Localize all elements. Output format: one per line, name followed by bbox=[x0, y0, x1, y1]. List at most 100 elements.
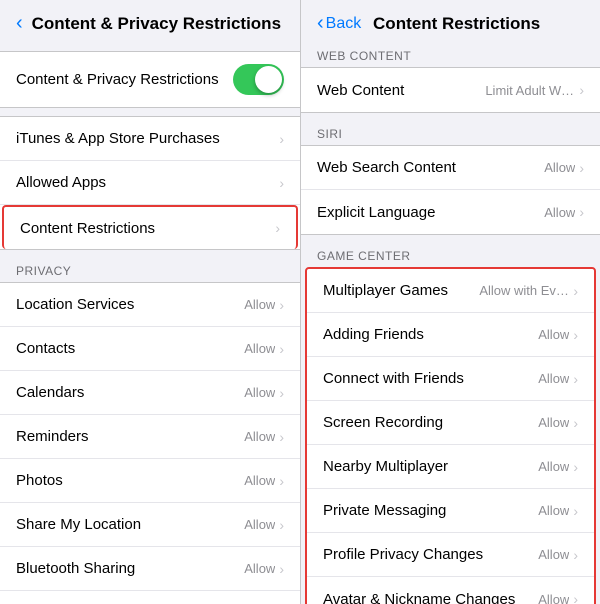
photos-item[interactable]: Photos Allow › bbox=[0, 459, 300, 503]
calendars-right: Allow › bbox=[244, 385, 284, 401]
content-restrictions-label: Content Restrictions bbox=[20, 220, 155, 237]
nearby-multiplayer-item[interactable]: Nearby Multiplayer Allow › bbox=[307, 445, 594, 489]
adding-friends-right: Allow › bbox=[538, 327, 578, 343]
explicit-language-label: Explicit Language bbox=[317, 204, 435, 221]
main-list-section: iTunes & App Store Purchases › Allowed A… bbox=[0, 116, 300, 250]
web-search-content-item[interactable]: Web Search Content Allow › bbox=[301, 146, 600, 190]
right-panel: ‹ Back Content Restrictions WEB CONTENT … bbox=[300, 0, 600, 604]
web-content-section-header: WEB CONTENT bbox=[301, 43, 600, 67]
screen-recording-chevron-icon: › bbox=[573, 415, 578, 431]
multiplayer-games-value: Allow with Every... bbox=[479, 283, 569, 298]
share-my-location-right: Allow › bbox=[244, 517, 284, 533]
photos-chevron-icon: › bbox=[279, 473, 284, 489]
nearby-multiplayer-value: Allow bbox=[538, 459, 569, 474]
calendars-item[interactable]: Calendars Allow › bbox=[0, 371, 300, 415]
bluetooth-sharing-right: Allow › bbox=[244, 561, 284, 577]
left-header: ‹ Content & Privacy Restrictions bbox=[0, 0, 300, 43]
nearby-multiplayer-right: Allow › bbox=[538, 459, 578, 475]
web-search-content-value: Allow bbox=[544, 160, 575, 175]
contacts-chevron-icon: › bbox=[279, 341, 284, 357]
bluetooth-sharing-value: Allow bbox=[244, 561, 275, 576]
itunes-app-store-label: iTunes & App Store Purchases bbox=[16, 130, 220, 147]
web-content-right: Limit Adult Websites › bbox=[485, 82, 584, 98]
bluetooth-sharing-chevron-icon: › bbox=[279, 561, 284, 577]
location-services-right: Allow › bbox=[244, 297, 284, 313]
location-services-item[interactable]: Location Services Allow › bbox=[0, 283, 300, 327]
right-back-button[interactable]: ‹ Back bbox=[317, 12, 361, 35]
web-content-item[interactable]: Web Content Limit Adult Websites › bbox=[301, 68, 600, 112]
contacts-label: Contacts bbox=[16, 340, 75, 357]
calendars-chevron-icon: › bbox=[279, 385, 284, 401]
photos-right: Allow › bbox=[244, 473, 284, 489]
calendars-label: Calendars bbox=[16, 384, 84, 401]
share-my-location-value: Allow bbox=[244, 517, 275, 532]
bluetooth-sharing-item[interactable]: Bluetooth Sharing Allow › bbox=[0, 547, 300, 591]
web-search-content-right: Allow › bbox=[544, 160, 584, 176]
reminders-item[interactable]: Reminders Allow › bbox=[0, 415, 300, 459]
screen-recording-item[interactable]: Screen Recording Allow › bbox=[307, 401, 594, 445]
multiplayer-games-chevron-icon: › bbox=[573, 283, 578, 299]
right-back-chevron-icon: ‹ bbox=[317, 12, 324, 35]
allowed-apps-chevron-icon: › bbox=[279, 175, 284, 191]
connect-with-friends-item[interactable]: Connect with Friends Allow › bbox=[307, 357, 594, 401]
avatar-nickname-changes-value: Allow bbox=[538, 592, 569, 604]
photos-label: Photos bbox=[16, 472, 63, 489]
right-header-title: Content Restrictions bbox=[369, 14, 544, 34]
nearby-multiplayer-chevron-icon: › bbox=[573, 459, 578, 475]
location-services-label: Location Services bbox=[16, 296, 134, 313]
avatar-nickname-changes-label: Avatar & Nickname Changes bbox=[323, 591, 515, 604]
reminders-right: Allow › bbox=[244, 429, 284, 445]
toggle-row[interactable]: Content & Privacy Restrictions bbox=[0, 52, 300, 107]
adding-friends-chevron-icon: › bbox=[573, 327, 578, 343]
left-panel: ‹ Content & Privacy Restrictions Content… bbox=[0, 0, 300, 604]
game-center-section-header: GAME CENTER bbox=[301, 243, 600, 267]
explicit-language-right: Allow › bbox=[544, 204, 584, 220]
adding-friends-value: Allow bbox=[538, 327, 569, 342]
profile-privacy-changes-item[interactable]: Profile Privacy Changes Allow › bbox=[307, 533, 594, 577]
itunes-chevron-icon: › bbox=[279, 131, 284, 147]
reminders-label: Reminders bbox=[16, 428, 89, 445]
profile-privacy-changes-chevron-icon: › bbox=[573, 547, 578, 563]
adding-friends-label: Adding Friends bbox=[323, 326, 424, 343]
multiplayer-games-item[interactable]: Multiplayer Games Allow with Every... › bbox=[307, 269, 594, 313]
left-back-button[interactable]: ‹ bbox=[16, 12, 23, 35]
left-header-title: Content & Privacy Restrictions bbox=[29, 14, 284, 34]
location-services-value: Allow bbox=[244, 297, 275, 312]
web-search-content-label: Web Search Content bbox=[317, 159, 456, 176]
avatar-nickname-changes-item[interactable]: Avatar & Nickname Changes Allow › bbox=[307, 577, 594, 604]
share-my-location-label: Share My Location bbox=[16, 516, 141, 533]
avatar-nickname-changes-right: Allow › bbox=[538, 591, 578, 604]
calendars-value: Allow bbox=[244, 385, 275, 400]
content-restrictions-item[interactable]: Content Restrictions › bbox=[2, 205, 298, 249]
allowed-apps-item[interactable]: Allowed Apps › bbox=[0, 161, 300, 205]
right-header: ‹ Back Content Restrictions bbox=[301, 0, 600, 43]
microphone-item[interactable]: Microphone Allow › bbox=[0, 591, 300, 604]
screen-recording-value: Allow bbox=[538, 415, 569, 430]
contacts-item[interactable]: Contacts Allow › bbox=[0, 327, 300, 371]
allowed-apps-right: › bbox=[279, 175, 284, 191]
screen-recording-right: Allow › bbox=[538, 415, 578, 431]
adding-friends-item[interactable]: Adding Friends Allow › bbox=[307, 313, 594, 357]
screen-recording-label: Screen Recording bbox=[323, 414, 443, 431]
private-messaging-label: Private Messaging bbox=[323, 502, 446, 519]
explicit-language-item[interactable]: Explicit Language Allow › bbox=[301, 190, 600, 234]
avatar-nickname-changes-chevron-icon: › bbox=[573, 591, 578, 604]
allowed-apps-label: Allowed Apps bbox=[16, 174, 106, 191]
privacy-section-header: PRIVACY bbox=[0, 258, 300, 282]
private-messaging-item[interactable]: Private Messaging Allow › bbox=[307, 489, 594, 533]
connect-with-friends-label: Connect with Friends bbox=[323, 370, 464, 387]
private-messaging-right: Allow › bbox=[538, 503, 578, 519]
share-my-location-item[interactable]: Share My Location Allow › bbox=[0, 503, 300, 547]
content-privacy-toggle[interactable] bbox=[233, 64, 284, 95]
web-content-list-section: Web Content Limit Adult Websites › bbox=[301, 67, 600, 113]
multiplayer-games-right: Allow with Every... › bbox=[479, 283, 578, 299]
nearby-multiplayer-label: Nearby Multiplayer bbox=[323, 458, 448, 475]
left-back-icon: ‹ bbox=[16, 12, 23, 35]
connect-with-friends-right: Allow › bbox=[538, 371, 578, 387]
itunes-app-store-item[interactable]: iTunes & App Store Purchases › bbox=[0, 117, 300, 161]
content-restrictions-right: › bbox=[275, 220, 280, 236]
photos-value: Allow bbox=[244, 473, 275, 488]
reminders-value: Allow bbox=[244, 429, 275, 444]
multiplayer-games-label: Multiplayer Games bbox=[323, 282, 448, 299]
profile-privacy-changes-right: Allow › bbox=[538, 547, 578, 563]
